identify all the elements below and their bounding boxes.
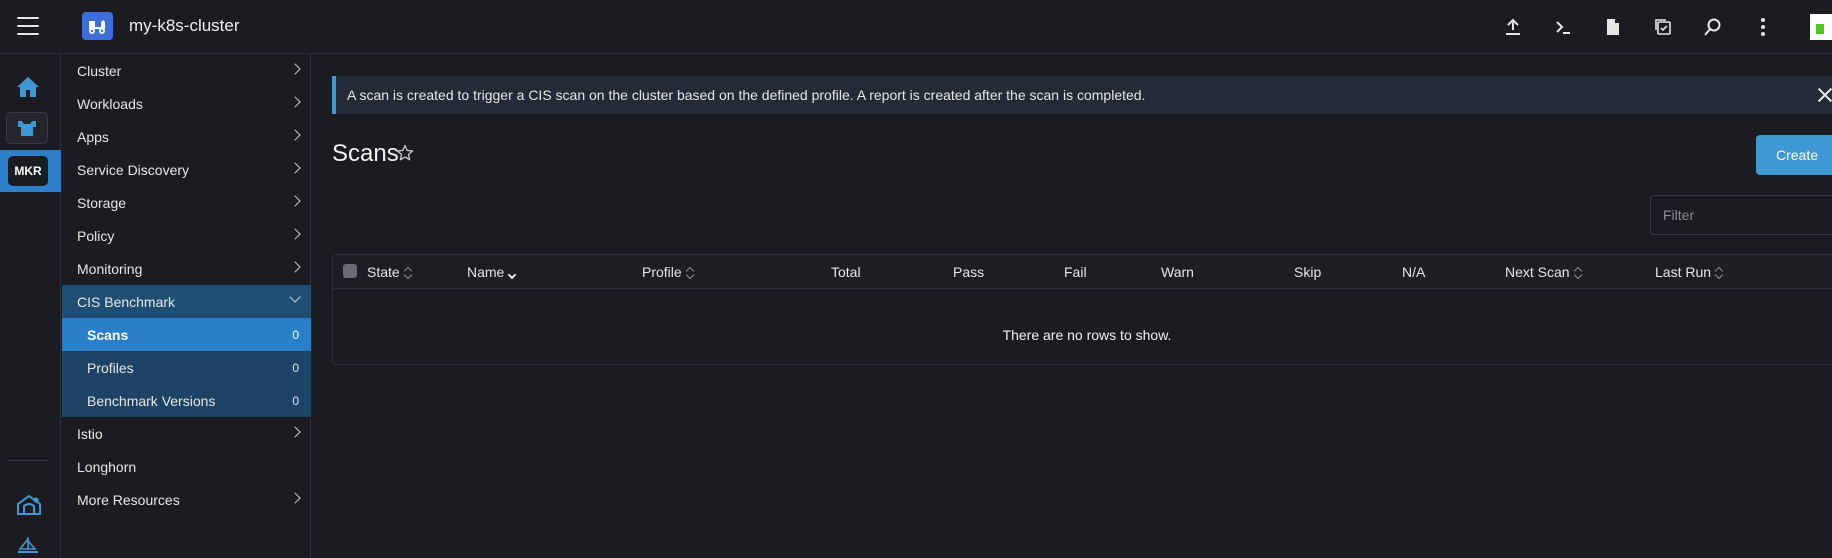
nav-item-longhorn[interactable]: Longhorn — [62, 450, 311, 483]
column-header-next-scan[interactable]: Next Scan — [1505, 264, 1582, 280]
upload-icon[interactable] — [1488, 14, 1538, 40]
nav-item-label: Apps — [77, 128, 109, 145]
column-header-label: Skip — [1294, 264, 1322, 280]
table-header: State Name Profile Total Pass Fail Warn … — [333, 255, 1832, 289]
cluster-logo-icon — [82, 12, 113, 40]
chevron-right-icon — [289, 63, 301, 75]
chevron-right-icon — [289, 162, 301, 174]
home-icon[interactable] — [16, 76, 40, 103]
column-header-label: Warn — [1161, 264, 1194, 280]
column-header-label: Profile — [642, 264, 682, 280]
nav-item-monitoring[interactable]: Monitoring — [62, 252, 311, 285]
column-header-pass: Pass — [953, 264, 984, 280]
rail-divider — [8, 460, 48, 461]
nav-sub-count: 0 — [292, 327, 299, 342]
select-all-checkbox[interactable] — [343, 264, 357, 278]
nav-item-storage[interactable]: Storage — [62, 186, 311, 219]
top-header: my-k8s-cluster — [0, 0, 1832, 54]
close-icon[interactable] — [1816, 86, 1832, 104]
nav-item-label: More Resources — [77, 491, 180, 508]
nav-item-workloads[interactable]: Workloads — [62, 87, 311, 120]
nav-item-label: CIS Benchmark — [77, 293, 176, 310]
nav-sub-label: Benchmark Versions — [87, 392, 216, 409]
column-header-warn: Warn — [1161, 264, 1194, 280]
nav-sub-label: Profiles — [87, 359, 134, 376]
sort-icon — [1573, 266, 1582, 280]
chevron-right-icon — [289, 195, 301, 207]
create-button[interactable]: Create — [1756, 135, 1832, 175]
chevron-right-icon — [289, 96, 301, 108]
cluster-explorer-icon[interactable] — [6, 112, 48, 144]
column-header-name[interactable]: Name — [467, 264, 517, 280]
sort-icon — [685, 266, 694, 280]
scans-table: State Name Profile Total Pass Fail Warn … — [332, 254, 1832, 365]
nav-item-label: Longhorn — [77, 458, 137, 475]
hamburger-menu-icon[interactable] — [17, 17, 39, 35]
nav-item-label: Storage — [77, 194, 127, 211]
chevron-down-icon — [289, 291, 301, 303]
fleet-icon[interactable] — [16, 536, 40, 558]
nav-item-cluster[interactable]: Cluster — [62, 54, 311, 87]
nav-sub-scans[interactable]: Scans 0 — [62, 318, 311, 351]
nav-item-label: Cluster — [77, 62, 122, 79]
user-avatar[interactable] — [1810, 14, 1832, 40]
column-header-label: Name — [467, 264, 505, 280]
banner-text: A scan is created to trigger a CIS scan … — [347, 87, 1146, 103]
column-header-skip: Skip — [1294, 264, 1321, 280]
nav-item-apps[interactable]: Apps — [62, 120, 311, 153]
star-icon[interactable] — [396, 144, 414, 167]
column-header-profile[interactable]: Profile — [642, 264, 694, 280]
more-vertical-icon[interactable] — [1738, 14, 1788, 40]
side-navigation: Cluster Workloads Apps Service Discovery… — [62, 54, 311, 558]
column-header-state[interactable]: State — [367, 264, 412, 280]
sort-icon — [1714, 266, 1724, 280]
column-header-label: Fail — [1064, 264, 1087, 280]
nav-item-policy[interactable]: Policy — [62, 219, 311, 252]
nav-sub-count: 0 — [292, 393, 299, 408]
column-header-label: Next Scan — [1505, 264, 1570, 280]
chevron-right-icon — [289, 129, 301, 141]
nav-item-label: Istio — [77, 425, 103, 442]
search-icon[interactable] — [1688, 14, 1738, 40]
nav-item-more-resources[interactable]: More Resources — [62, 483, 311, 516]
cluster-badge[interactable]: MKR — [0, 150, 61, 192]
column-header-label: Pass — [953, 264, 985, 280]
chevron-right-icon — [289, 426, 301, 438]
sort-descending-icon — [508, 266, 517, 280]
nav-sub-profiles[interactable]: Profiles 0 — [62, 351, 311, 384]
column-header-na: N/A — [1402, 264, 1425, 280]
nav-item-label: Monitoring — [77, 260, 143, 277]
column-header-last-run[interactable]: Last Run — [1655, 264, 1724, 280]
column-header-label: State — [367, 264, 400, 280]
chevron-right-icon — [289, 228, 301, 240]
app-rail: MKR — [0, 54, 61, 558]
sort-icon — [403, 266, 412, 280]
column-header-total: Total — [831, 264, 861, 280]
copy-config-icon[interactable] — [1638, 14, 1688, 40]
nav-item-label: Workloads — [77, 95, 143, 112]
document-icon[interactable] — [1588, 14, 1638, 40]
chevron-right-icon — [289, 261, 301, 273]
info-banner: A scan is created to trigger a CIS scan … — [332, 76, 1832, 114]
chevron-right-icon — [289, 492, 301, 504]
column-header-label: N/A — [1402, 264, 1426, 280]
column-header-label: Last Run — [1655, 264, 1712, 280]
extensions-icon[interactable] — [16, 494, 42, 521]
nav-item-service-discovery[interactable]: Service Discovery — [62, 153, 311, 186]
nav-item-label: Service Discovery — [77, 161, 190, 178]
nav-sub-benchmark-versions[interactable]: Benchmark Versions 0 — [62, 384, 311, 417]
terminal-icon[interactable] — [1538, 14, 1588, 40]
nav-sub-label: Scans — [87, 326, 129, 343]
nav-sub-count: 0 — [292, 360, 299, 375]
empty-state-text: There are no rows to show. — [1002, 327, 1172, 343]
nav-item-istio[interactable]: Istio — [62, 417, 311, 450]
nav-item-label: Policy — [77, 227, 115, 244]
filter-input[interactable] — [1650, 195, 1832, 235]
cluster-name: my-k8s-cluster — [129, 16, 240, 35]
column-header-fail: Fail — [1064, 264, 1087, 280]
column-header-label: Total — [831, 264, 861, 280]
nav-item-cis-benchmark[interactable]: CIS Benchmark — [62, 285, 311, 318]
cluster-badge-label: MKR — [8, 156, 48, 186]
page-title: Scans — [332, 140, 399, 167]
